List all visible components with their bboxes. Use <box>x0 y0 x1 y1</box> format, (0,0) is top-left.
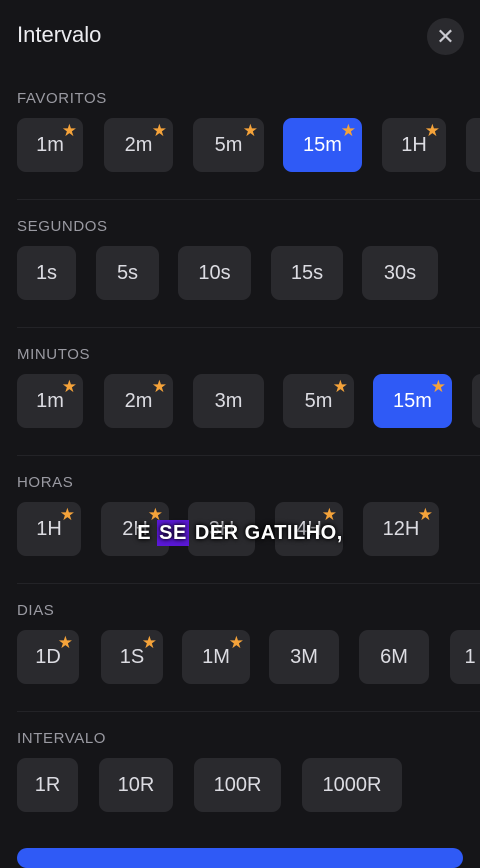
star-icon: ★ <box>242 121 258 140</box>
interval-chip-label: 1S <box>119 645 145 668</box>
star-icon: ★ <box>430 377 446 396</box>
star-icon: ★ <box>59 505 75 524</box>
interval-chip[interactable]: 30s <box>362 246 438 300</box>
interval-chip[interactable]: 1D ★ <box>17 630 79 684</box>
section-label: SEGUNDOS <box>17 218 108 235</box>
interval-chip[interactable]: 5m ★ <box>283 374 354 428</box>
interval-chip-label: 1H <box>401 133 427 156</box>
star-icon: ★ <box>141 633 157 652</box>
interval-chip[interactable]: 100R <box>194 758 281 812</box>
interval-chip[interactable]: 1R <box>17 758 78 812</box>
interval-chip[interactable]: 1m ★ <box>17 374 83 428</box>
section-label: HORAS <box>17 474 74 491</box>
interval-chip-label: 1 <box>464 645 476 668</box>
section-label: DIAS <box>17 602 55 619</box>
section-segundos: SEGUNDOS 1s 5s 10s 15s 30s <box>0 200 480 328</box>
interval-chip-label: 1m <box>36 389 64 412</box>
page-title: Intervalo <box>17 22 102 47</box>
interval-chip-label: 3M <box>290 645 318 668</box>
video-caption: E SE DER GATILHO, <box>0 520 480 546</box>
chip-row: 1m ★ 2m ★ 5m ★ 15m ★ 1H ★ <box>0 118 480 172</box>
interval-chip-label: 6M <box>380 645 408 668</box>
interval-chip[interactable]: 2m ★ <box>104 118 173 172</box>
interval-chip[interactable]: 15m ★ <box>373 374 452 428</box>
interval-chip[interactable]: 1H ★ <box>382 118 446 172</box>
interval-chip-label: 5s <box>116 261 139 284</box>
interval-chip[interactable]: 2m ★ <box>104 374 173 428</box>
interval-chip[interactable]: 1m ★ <box>17 118 83 172</box>
section-favoritos: FAVORITOS 1m ★ 2m ★ 5m ★ 15m ★ 1H ★ <box>0 72 480 200</box>
star-icon: ★ <box>61 377 77 396</box>
interval-chip[interactable] <box>472 374 480 428</box>
interval-chip-label: 15m <box>393 389 432 412</box>
close-icon: ✕ <box>436 23 455 49</box>
interval-chip-label: 5m <box>304 389 333 412</box>
star-icon: ★ <box>151 121 167 140</box>
star-icon: ★ <box>417 505 433 524</box>
star-icon: ★ <box>340 121 356 140</box>
interval-chip-label: 1000R <box>322 773 382 796</box>
interval-chip[interactable]: 3m <box>193 374 264 428</box>
chip-row: 1s 5s 10s 15s 30s <box>0 246 480 300</box>
interval-chip[interactable]: 1S ★ <box>101 630 163 684</box>
interval-chip[interactable]: 5s <box>96 246 159 300</box>
section-dias: DIAS 1D ★ 1S ★ 1M ★ 3M 6M 1 <box>0 584 480 712</box>
section-intervalo: INTERVALO 1R 10R 100R 1000R <box>0 712 480 840</box>
interval-chip-label: 1s <box>35 261 58 284</box>
interval-chip-label: 5m <box>214 133 243 156</box>
interval-chip-label: 1m <box>36 133 64 156</box>
interval-chip-label: 1M <box>202 645 230 668</box>
header: Intervalo ✕ <box>0 0 480 72</box>
caption-before: E <box>137 522 158 544</box>
interval-chip-label: 30s <box>383 261 417 284</box>
interval-chip[interactable]: 1 <box>450 630 480 684</box>
interval-chip-label: 3m <box>214 389 243 412</box>
interval-chip-label: 100R <box>213 773 262 796</box>
interval-chip-label: 10s <box>198 261 231 284</box>
interval-chip[interactable]: 6M <box>359 630 429 684</box>
section-label: FAVORITOS <box>17 90 107 107</box>
interval-chip[interactable]: 1000R <box>302 758 402 812</box>
section-minutos: MINUTOS 1m ★ 2m ★ 3m 5m ★ 15m ★ <box>0 328 480 456</box>
chip-row: 1R 10R 100R 1000R <box>0 758 480 812</box>
close-button[interactable]: ✕ <box>427 18 464 55</box>
interval-chip[interactable]: 15s <box>271 246 343 300</box>
interval-chip-label: 2m <box>124 389 153 412</box>
interval-chip-label: 10R <box>117 773 155 796</box>
interval-chip[interactable]: 1M ★ <box>182 630 250 684</box>
section-horas: HORAS 1H ★ 2H ★ 3H 4H ★ 12H ★ <box>0 456 480 584</box>
interval-chip[interactable]: 3M <box>269 630 339 684</box>
star-icon: ★ <box>228 633 244 652</box>
star-icon: ★ <box>321 505 337 524</box>
star-icon: ★ <box>424 121 440 140</box>
interval-chip[interactable]: 5m ★ <box>193 118 264 172</box>
interval-chip[interactable]: 1s <box>17 246 76 300</box>
chip-row: 1D ★ 1S ★ 1M ★ 3M 6M 1 <box>0 630 480 684</box>
section-label: MINUTOS <box>17 346 91 363</box>
star-icon: ★ <box>61 121 77 140</box>
interval-chip-label: 15s <box>290 261 324 284</box>
chip-row: 1m ★ 2m ★ 3m 5m ★ 15m ★ <box>0 374 480 428</box>
star-icon: ★ <box>57 633 73 652</box>
star-icon: ★ <box>332 377 348 396</box>
star-icon: ★ <box>151 377 167 396</box>
interval-chip[interactable]: 10s <box>178 246 251 300</box>
interval-chip-label: 2m <box>124 133 153 156</box>
caption-highlight: SE <box>157 520 189 546</box>
section-label: INTERVALO <box>17 730 107 747</box>
interval-chip-label: 1R <box>34 773 61 796</box>
interval-chip[interactable]: 10R <box>99 758 173 812</box>
interval-chip[interactable] <box>466 118 480 172</box>
interval-chip[interactable]: 15m ★ <box>283 118 362 172</box>
confirm-button[interactable] <box>17 848 463 868</box>
interval-chip-label: 15m <box>303 133 342 156</box>
caption-after: DER GATILHO, <box>188 522 343 544</box>
